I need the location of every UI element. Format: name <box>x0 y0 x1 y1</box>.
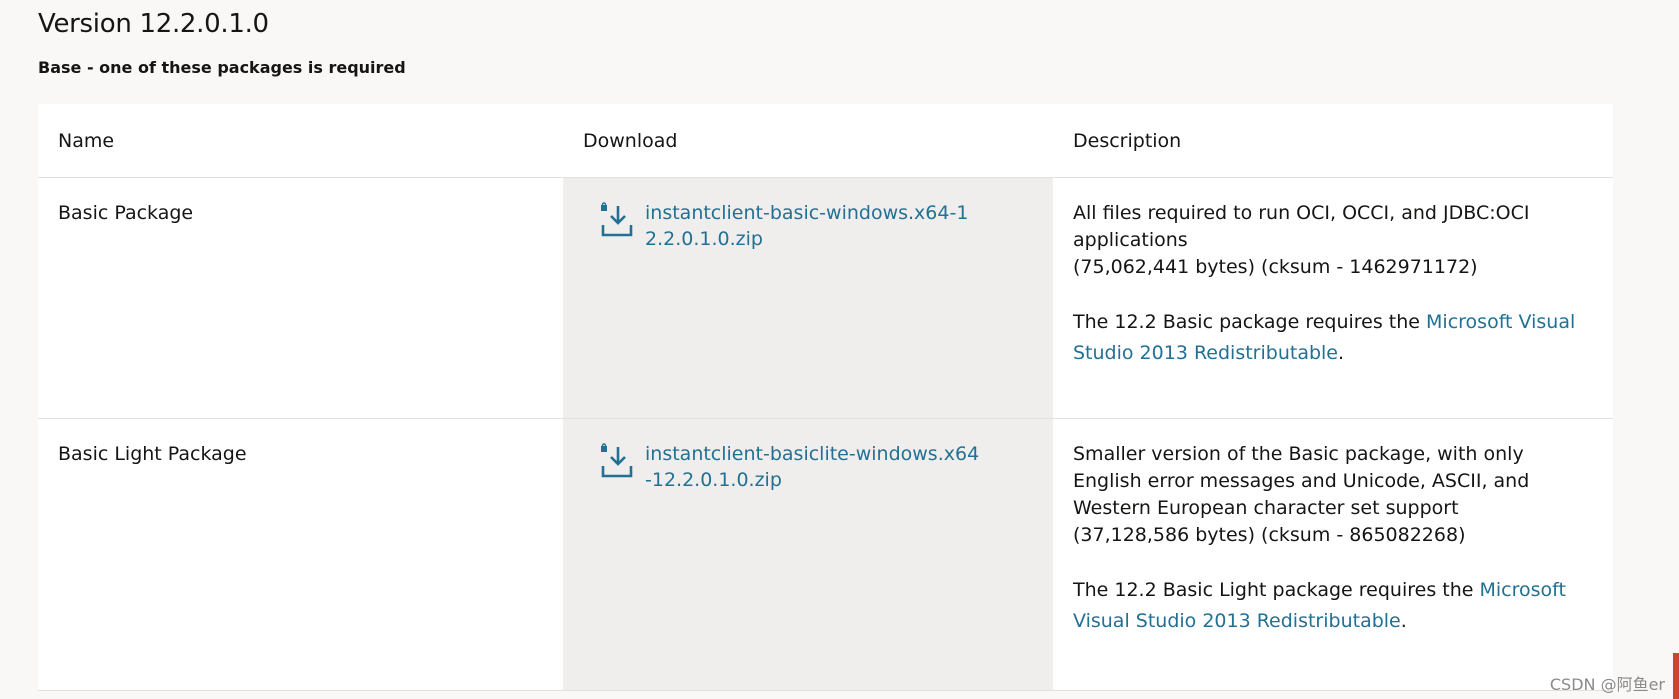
packages-table: Name Download Description Basic Package <box>38 104 1613 691</box>
description-text: All files required to run OCI, OCCI, and… <box>1073 202 1530 251</box>
column-header-download: Download <box>563 104 1053 178</box>
requirements-note: The 12.2 Basic Light package requires th… <box>1073 575 1593 637</box>
column-header-description: Description <box>1053 104 1613 178</box>
download-link-group[interactable]: instantclient-basiclite-windows.x64-12.2… <box>599 441 1033 493</box>
download-cell: instantclient-basic-windows.x64-12.2.0.1… <box>563 177 1053 419</box>
table-row: Basic Package instantclient-basic-window… <box>38 177 1613 419</box>
edge-accent-marker <box>1673 653 1679 699</box>
table-header-row: Name Download Description <box>38 104 1613 178</box>
download-link-group[interactable]: instantclient-basic-windows.x64-12.2.0.1… <box>599 200 1033 252</box>
table-row: Basic Light Package instantclient-basicl… <box>38 418 1613 691</box>
page-content: Version 12.2.0.1.0 Base - one of these p… <box>38 0 1613 691</box>
description-cell: Smaller version of the Basic package, wi… <box>1053 418 1613 691</box>
package-size-checksum: (75,062,441 bytes) (cksum - 1462971172) <box>1073 256 1478 278</box>
requirements-prefix: The 12.2 Basic Light package requires th… <box>1073 579 1480 601</box>
column-header-name: Name <box>38 104 563 178</box>
requirements-note: The 12.2 Basic package requires the Micr… <box>1073 307 1593 369</box>
csdn-watermark: CSDN @阿鱼er <box>1549 675 1665 694</box>
base-packages-subtitle: Base - one of these packages is required <box>38 58 406 77</box>
package-name-cell: Basic Package <box>38 177 563 419</box>
package-size-checksum: (37,128,586 bytes) (cksum - 865082268) <box>1073 524 1466 546</box>
description-text: Smaller version of the Basic package, wi… <box>1073 443 1530 519</box>
requirements-suffix: . <box>1400 610 1407 632</box>
version-title: Version 12.2.0.1.0 <box>38 9 269 39</box>
description-cell: All files required to run OCI, OCCI, and… <box>1053 177 1613 419</box>
download-link-basic[interactable]: instantclient-basic-windows.x64-12.2.0.1… <box>645 200 985 252</box>
download-link-basiclite[interactable]: instantclient-basiclite-windows.x64-12.2… <box>645 441 985 493</box>
requirements-suffix: . <box>1338 342 1345 364</box>
package-name-cell: Basic Light Package <box>38 418 563 691</box>
download-cell: instantclient-basiclite-windows.x64-12.2… <box>563 418 1053 691</box>
download-icon[interactable] <box>599 443 633 479</box>
requirements-prefix: The 12.2 Basic package requires the <box>1073 311 1427 333</box>
download-icon[interactable] <box>599 202 633 238</box>
